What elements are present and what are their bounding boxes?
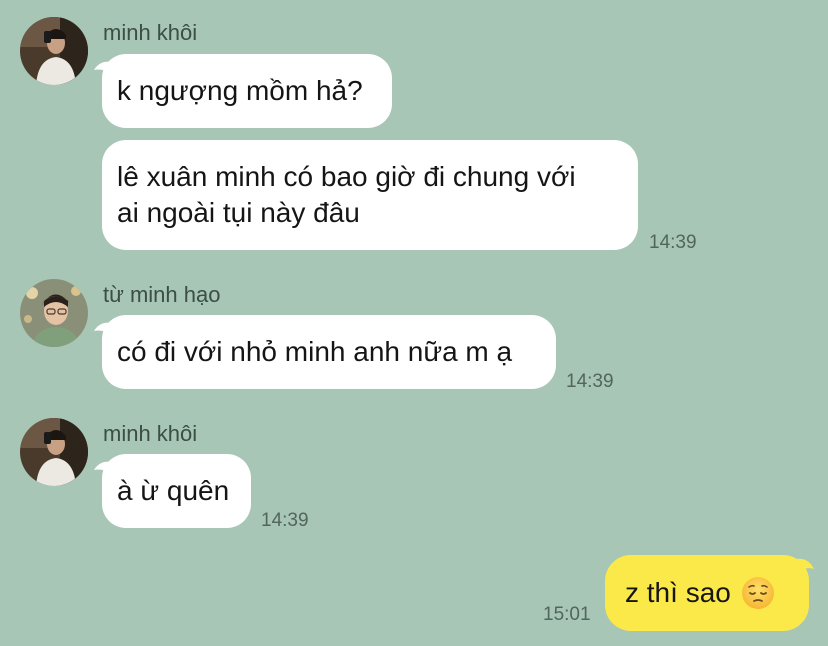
message-bubble[interactable]: k ngượng mồm hả?	[102, 54, 392, 128]
sender-name: minh khôi	[103, 20, 198, 45]
avatar-minh-khoi[interactable]	[20, 17, 88, 85]
message-text: có đi với nhỏ minh anh nữa m ạ	[117, 336, 513, 367]
message-timestamp: 14:39	[649, 232, 697, 253]
chat-thread: minh khôi k ngượng mồm hả? lê xuân minh …	[0, 0, 828, 646]
outgoing-timestamp: 15:01	[543, 604, 591, 625]
message-line: ai ngoài tụi này đâu	[117, 197, 360, 228]
message-text: z thì sao	[625, 577, 731, 608]
message-text: à ừ quên	[117, 475, 230, 506]
sender-name: từ minh hạo	[103, 282, 221, 307]
message-text: k ngượng mồm hả?	[117, 75, 363, 106]
pensive-face-icon	[741, 576, 775, 610]
avatar-minh-khoi[interactable]	[20, 418, 88, 486]
avatar-photo-icon	[20, 418, 88, 486]
message-bubble[interactable]: lê xuân minh có bao giờ đi chung với ai …	[102, 140, 638, 250]
message-timestamp: 14:39	[261, 510, 309, 531]
avatar-photo-icon	[20, 17, 88, 85]
message-bubble[interactable]: có đi với nhỏ minh anh nữa m ạ	[102, 315, 556, 389]
message-bubble[interactable]: à ừ quên	[102, 454, 251, 528]
sender-name: minh khôi	[103, 421, 198, 446]
avatar-tu-minh-hao[interactable]	[20, 279, 88, 347]
message-text: lê xuân minh có bao giờ đi chung với ai …	[117, 159, 576, 231]
avatar-photo-icon	[20, 279, 88, 347]
message-line: lê xuân minh có bao giờ đi chung với	[117, 161, 576, 192]
outgoing-message-bubble[interactable]: z thì sao	[605, 555, 809, 631]
message-timestamp: 14:39	[566, 371, 614, 392]
